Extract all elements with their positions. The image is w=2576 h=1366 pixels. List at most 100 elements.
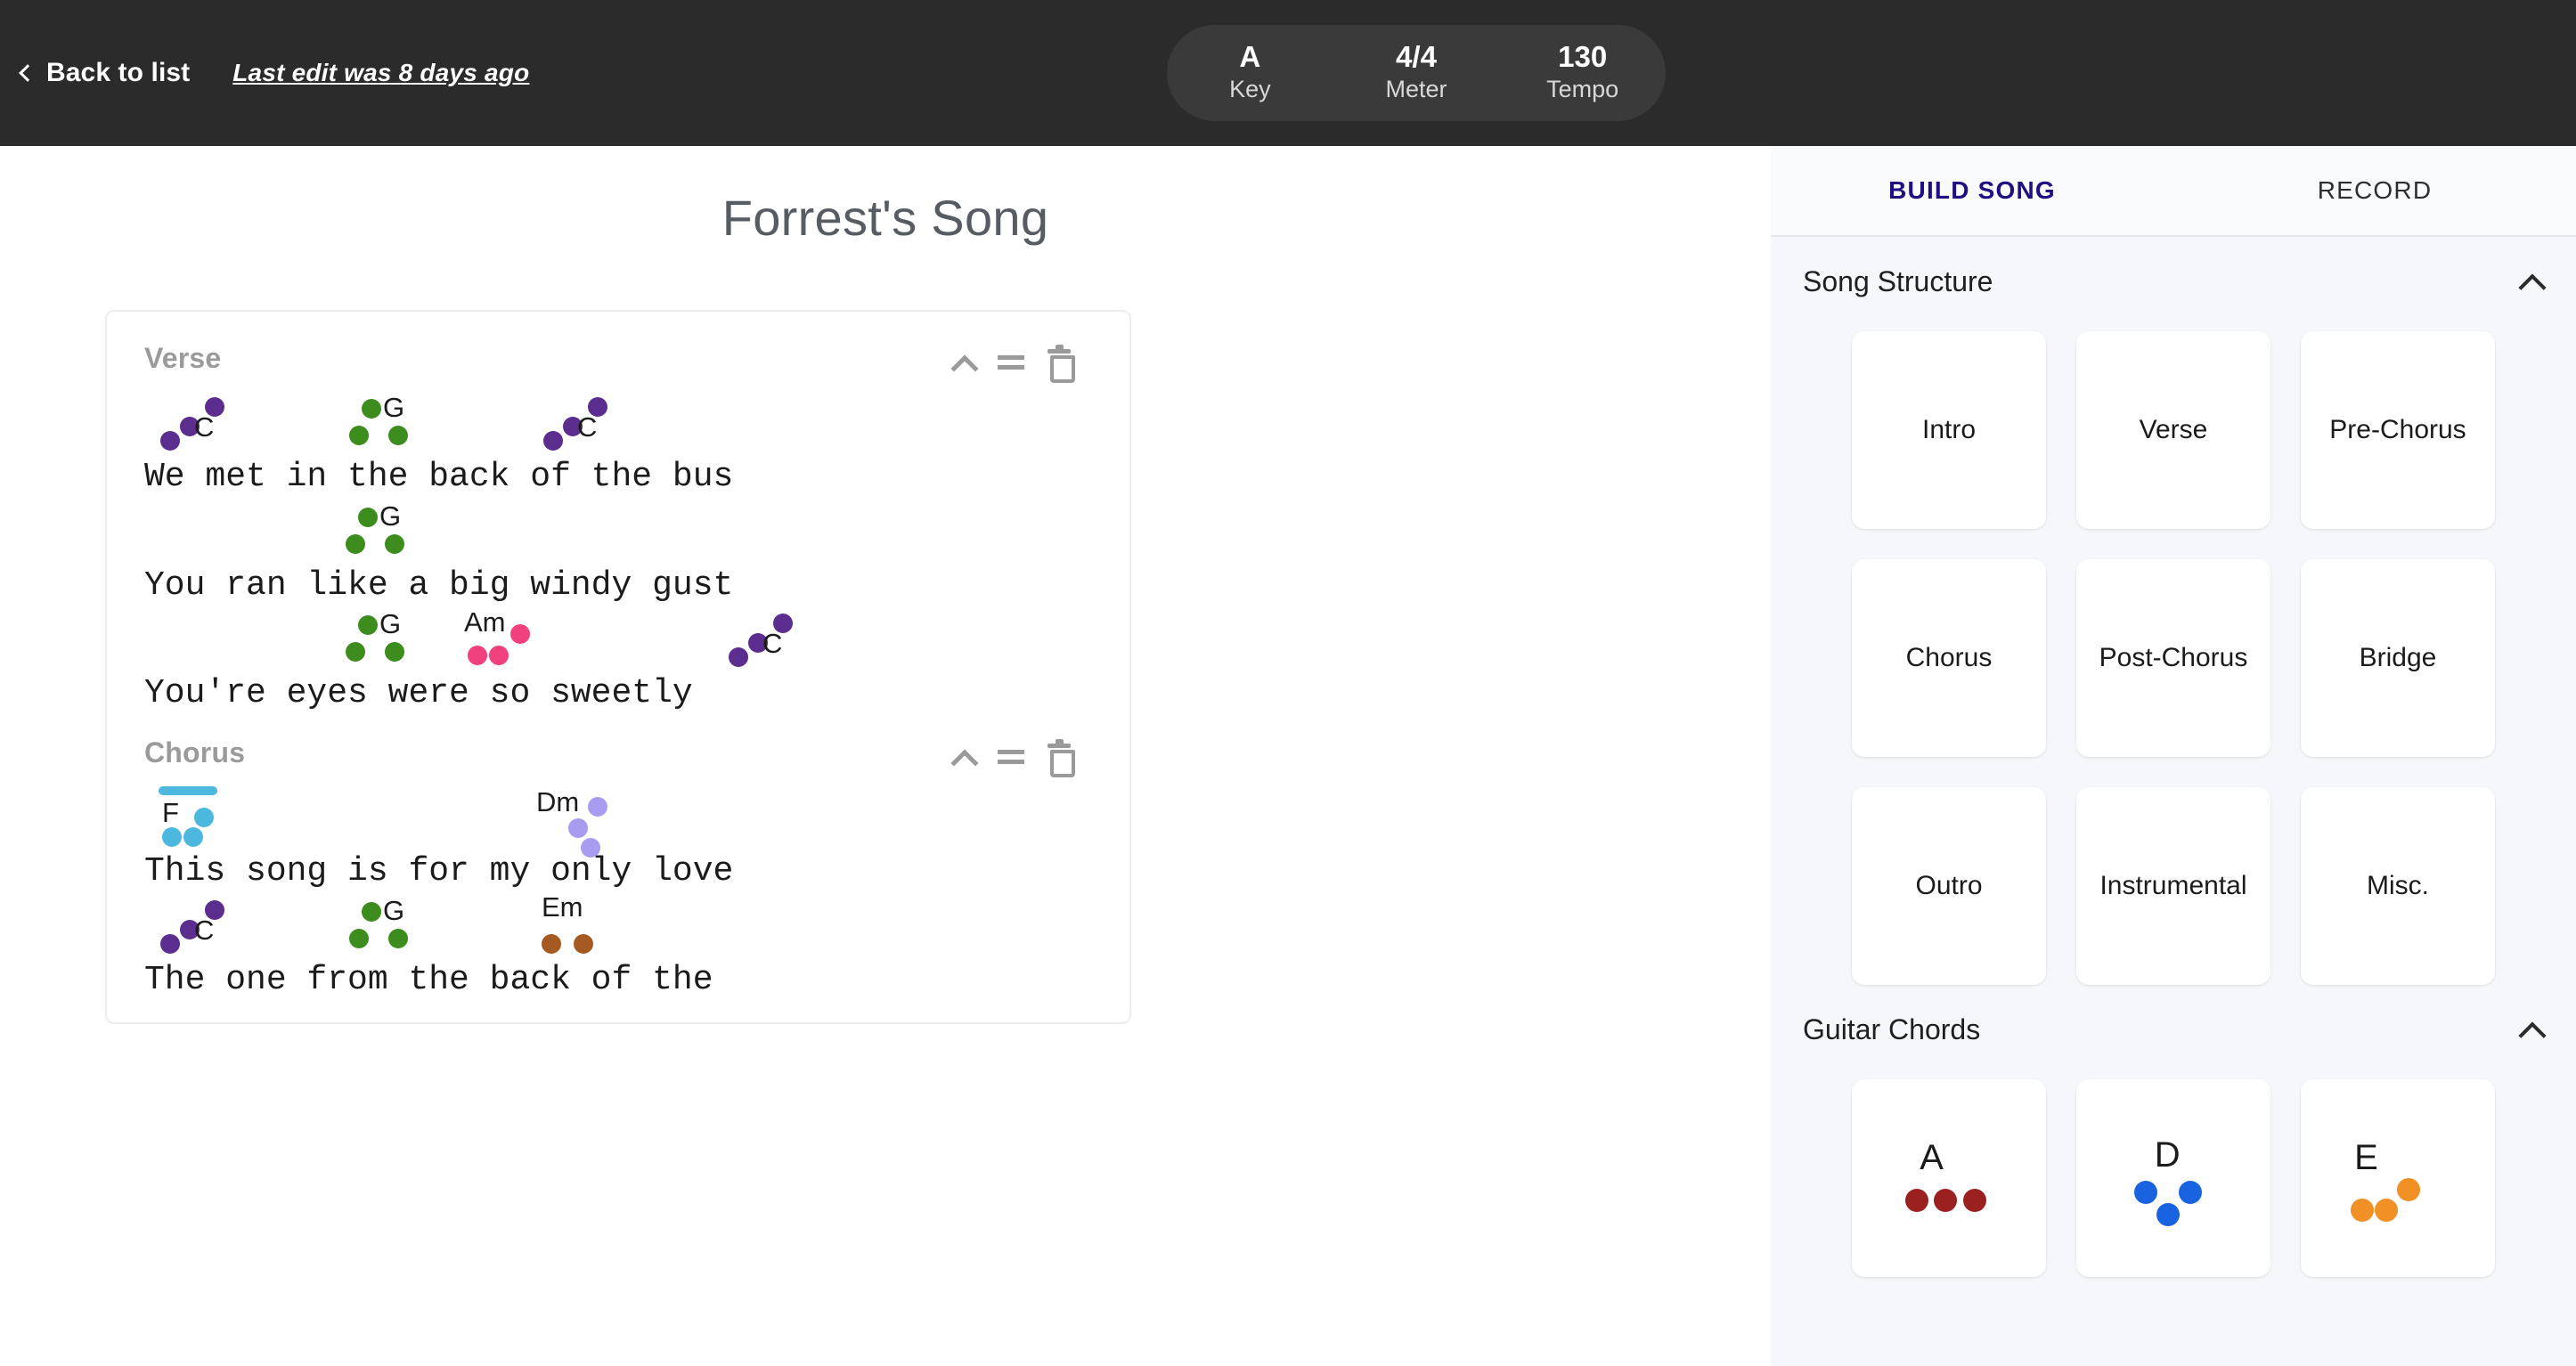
accordion-grid: Intro Verse Pre-Chorus Chorus Post-Chorus Bri… <box>1771 326 2576 985</box>
chord-dot <box>362 901 381 922</box>
chord-slot[interactable]: C <box>153 891 260 961</box>
lyric-text[interactable]: You ran like a big windy gust <box>144 566 1092 606</box>
chord-dot <box>588 797 607 817</box>
structure-card-intro[interactable]: Intro <box>1852 331 2046 529</box>
chord-dot <box>729 647 748 668</box>
chord-dot <box>568 818 588 839</box>
chord-row: G Am C <box>144 605 1092 674</box>
meta-item-meter[interactable]: 4/4 Meter <box>1363 40 1470 104</box>
lyric-line: C G C We met in the back of the bus <box>144 388 1092 497</box>
structure-card-pre-chorus[interactable]: Pre-Chorus <box>2301 331 2495 529</box>
back-to-list-button[interactable]: Back to list <box>19 58 191 88</box>
trash-icon[interactable] <box>1048 345 1075 383</box>
structure-card-instrumental[interactable]: Instrumental <box>2076 787 2270 985</box>
chord-label: D <box>2154 1135 2181 1175</box>
lyric-text[interactable]: This song is for my only love <box>144 852 1092 891</box>
guitar-chord-card-a[interactable]: A <box>1852 1079 2046 1277</box>
chord-slot[interactable]: G <box>338 497 445 566</box>
chord-slot[interactable]: C <box>153 388 260 458</box>
top-bar-left-group: Back to list Last edit was 8 days ago <box>0 58 529 88</box>
chord-dot <box>349 928 369 948</box>
section-name[interactable]: Chorus <box>144 736 245 769</box>
equals-drag-icon[interactable] <box>998 747 1024 767</box>
chord-dot <box>2397 1178 2421 1202</box>
chord-slot[interactable]: F <box>157 783 264 852</box>
accordion-grid: ADE <box>1771 1074 2576 1277</box>
chevron-up-icon[interactable] <box>2521 270 2544 293</box>
structure-card-bridge[interactable]: Bridge <box>2301 559 2495 757</box>
chord-slot[interactable]: G <box>342 388 449 458</box>
chord-label: C <box>194 411 215 443</box>
chord-dot <box>349 426 369 445</box>
chevron-up-icon[interactable] <box>953 352 974 373</box>
chord-dot <box>358 615 378 636</box>
chord-label: G <box>383 894 405 926</box>
structure-card-misc-[interactable]: Misc. <box>2301 787 2495 985</box>
builder-panel: BUILD SONG RECORD Song Structure Intro Vers… <box>1771 146 2576 1366</box>
chord-dot <box>388 928 408 948</box>
guitar-chord-card-e[interactable]: E <box>2301 1079 2495 1277</box>
meta-item-tempo[interactable]: 130 Tempo <box>1529 40 1636 104</box>
lyric-text[interactable]: The one from the back of the <box>144 961 1092 1000</box>
accordion-header-guitar-chords[interactable]: Guitar Chords <box>1771 985 2576 1074</box>
page-title[interactable]: Forrest's Song <box>0 189 1771 247</box>
meta-value: 130 <box>1558 40 1608 74</box>
chord-dot <box>183 827 203 848</box>
app-root: Back to list Last edit was 8 days ago AK… <box>0 0 2576 1366</box>
section-name[interactable]: Verse <box>144 342 221 375</box>
structure-card-chorus[interactable]: Chorus <box>1852 559 2046 757</box>
chord-label: G <box>379 500 402 532</box>
chord-slot[interactable]: Dm <box>536 783 643 858</box>
structure-card-verse[interactable]: Verse <box>2076 331 2270 529</box>
song-section: Chorus F Dm This song is for my only love C G… <box>144 736 1092 1022</box>
song-meta-chip[interactable]: A Key 4/4 Meter 130 Tempo <box>1167 25 1666 121</box>
lyric-line: G You ran like a big windy gust <box>144 497 1092 606</box>
structure-card-outro[interactable]: Outro <box>1852 787 2046 985</box>
panel-accordions: Song Structure Intro Verse Pre-Chorus Chorus… <box>1771 237 2576 1277</box>
lyric-text[interactable]: You're eyes were so sweetly <box>144 674 1092 713</box>
chord-slot[interactable]: Em <box>536 891 643 961</box>
equals-drag-icon[interactable] <box>998 353 1024 372</box>
chord-slot[interactable]: G <box>338 605 445 674</box>
chevron-up-icon[interactable] <box>2521 1018 2544 1041</box>
accordion-title: Guitar Chords <box>1803 1012 1981 1045</box>
tab-record[interactable]: RECORD <box>2173 146 2576 235</box>
chord-label: A <box>1920 1137 1944 1177</box>
accordion-header-song-structure[interactable]: Song Structure <box>1771 237 2576 326</box>
chord-label: Am <box>464 606 506 638</box>
chord-label: Em <box>542 890 583 923</box>
chord-label: C <box>762 628 783 660</box>
chord-dot <box>358 507 378 527</box>
chord-slot[interactable]: G <box>342 891 449 961</box>
chord-dot <box>362 399 381 419</box>
lyric-line: F Dm This song is for my only love <box>144 783 1092 891</box>
chord-dot <box>2375 1199 2399 1223</box>
structure-card-post-chorus[interactable]: Post-Chorus <box>2076 559 2270 757</box>
chord-slot[interactable]: C <box>536 388 643 458</box>
chord-dot <box>510 624 530 645</box>
chord-dot <box>162 827 182 848</box>
chord-dot <box>574 933 593 954</box>
top-bar: Back to list Last edit was 8 days ago AK… <box>0 0 2576 146</box>
chord-dot <box>385 533 404 554</box>
last-edit-link[interactable]: Last edit was 8 days ago <box>232 59 529 87</box>
chevron-up-icon[interactable] <box>953 746 974 768</box>
chord-slot[interactable]: C <box>721 605 828 674</box>
tab-build-song[interactable]: BUILD SONG <box>1771 146 2173 235</box>
chord-row: C G Em <box>144 891 1092 961</box>
meta-item-key[interactable]: A Key <box>1196 40 1303 104</box>
guitar-chord-card-d[interactable]: D <box>2076 1079 2270 1277</box>
chord-dot <box>2350 1199 2374 1223</box>
back-to-list-label: Back to list <box>46 58 191 87</box>
chord-dot <box>346 642 365 663</box>
chord-slot[interactable]: Am <box>461 605 567 674</box>
section-tools <box>953 736 1092 778</box>
trash-icon[interactable] <box>1048 739 1075 778</box>
chord-dot <box>2156 1202 2180 1226</box>
chord-label: C <box>577 411 598 443</box>
song-canvas: Forrest's Song Verse C G C We met in the bac… <box>0 146 1771 1366</box>
chord-row: F Dm <box>144 783 1092 858</box>
lyric-text[interactable]: We met in the back of the bus <box>144 458 1092 497</box>
chord-label: G <box>383 392 405 423</box>
chord-row: G <box>144 497 1092 566</box>
